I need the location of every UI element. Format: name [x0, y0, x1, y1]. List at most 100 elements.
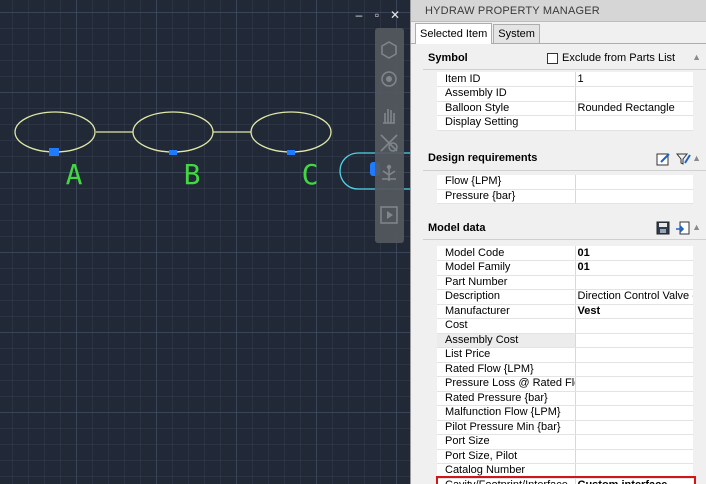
exclude-from-parts-list[interactable]: Exclude from Parts List [547, 52, 675, 64]
orbit-icon[interactable] [378, 68, 400, 90]
property-value[interactable]: 01 [575, 246, 693, 261]
symbol-properties-table: Item ID 1 Assembly ID Balloon Style Rounded … [437, 72, 693, 131]
property-label: Port Size, Pilot [437, 449, 576, 464]
property-label-text: Pressure Loss @ Rated Flow [445, 377, 575, 390]
property-row[interactable]: List Price [437, 347, 693, 363]
property-row[interactable]: Manufacturer Vest [437, 304, 693, 319]
property-label: Pressure {bar} [437, 189, 576, 204]
grip-point[interactable] [169, 150, 177, 155]
property-value[interactable] [575, 362, 693, 377]
property-label: Rated Pressure {bar} [437, 391, 576, 406]
property-row[interactable]: Part Number [437, 275, 693, 290]
property-label-text: Assembly Cost [445, 333, 519, 346]
property-value[interactable] [575, 391, 693, 406]
property-value[interactable] [575, 347, 693, 363]
property-row[interactable]: Pressure Loss @ Rated Flow [437, 376, 693, 392]
property-row[interactable]: Catalog Number [437, 463, 693, 479]
property-value[interactable] [575, 420, 693, 435]
property-row[interactable]: Model Family 01 [437, 260, 693, 276]
property-row[interactable]: Flow {LPM} [437, 174, 693, 190]
filter-edit-icon[interactable] [675, 151, 691, 167]
steering-wheel-icon[interactable] [378, 38, 400, 60]
property-value[interactable] [575, 405, 693, 421]
collapse-icon[interactable]: ▲ [692, 153, 701, 163]
property-value[interactable] [575, 174, 693, 190]
property-value[interactable] [575, 189, 693, 204]
symbol-section-header[interactable]: Symbol Exclude from Parts List ▲ [423, 46, 706, 70]
balloon-a[interactable] [14, 111, 96, 153]
grip-point[interactable] [49, 148, 59, 156]
property-value[interactable] [575, 376, 693, 392]
drawing-canvas[interactable]: A B C [0, 0, 410, 484]
property-label-text: Flow {LPM} [445, 175, 502, 187]
close-icon[interactable]: ✕ [390, 8, 400, 22]
showmotion-icon[interactable] [378, 204, 400, 226]
zoom-icon[interactable] [378, 132, 400, 154]
property-value[interactable]: Direction Control Valve - A [575, 289, 693, 305]
property-value[interactable] [575, 115, 693, 131]
grip-point[interactable] [287, 150, 295, 155]
property-value[interactable] [575, 86, 693, 102]
palette-title[interactable]: HYDRAW PROPERTY MANAGER [411, 0, 706, 22]
property-value[interactable]: Custom interface [575, 478, 693, 484]
save-icon[interactable] [655, 220, 671, 236]
property-row[interactable]: Cavity/Footprint/Interface Custom interfa… [437, 478, 693, 484]
drawing-viewport[interactable]: A B C – ▫ ✕ [0, 0, 410, 484]
property-value[interactable] [575, 463, 693, 479]
property-row[interactable]: Description Direction Control Valve - A [437, 289, 693, 305]
design-section-header[interactable]: Design requirements ▲ [423, 147, 706, 171]
property-label: Cost [437, 318, 576, 334]
property-row[interactable]: Pilot Pressure Min {bar} [437, 420, 693, 435]
property-row[interactable]: Balloon Style Rounded Rectangle [437, 101, 693, 116]
property-row[interactable]: Rated Flow {LPM} [437, 362, 693, 377]
property-row[interactable]: Port Size, Pilot [437, 449, 693, 464]
property-row[interactable]: Pressure {bar} [437, 189, 693, 204]
collapse-icon[interactable]: ▲ [692, 222, 701, 232]
palette-content: Symbol Exclude from Parts List ▲ Item ID… [423, 46, 706, 484]
property-row[interactable]: Malfunction Flow {LPM} [437, 405, 693, 421]
property-row[interactable]: Assembly ID [437, 86, 693, 102]
property-value[interactable] [575, 333, 693, 348]
property-value[interactable] [575, 449, 693, 464]
balloon-label-c: C [302, 158, 319, 191]
balloon-b[interactable] [132, 111, 214, 153]
property-label: Assembly ID [437, 86, 576, 102]
property-label: Manufacturer [437, 304, 576, 319]
property-row[interactable]: Port Size [437, 434, 693, 450]
property-value[interactable]: Rounded Rectangle [575, 101, 693, 116]
tab-system[interactable]: System [493, 24, 540, 43]
balloon-c[interactable] [250, 111, 332, 153]
orbit-3d-icon[interactable] [378, 162, 400, 184]
property-label-text: List Price [445, 348, 491, 361]
exclude-checkbox[interactable] [547, 52, 558, 64]
load-data-icon[interactable] [675, 220, 691, 236]
property-label: Balloon Style [437, 101, 576, 116]
property-label-text: Rated Pressure {bar} [445, 391, 548, 404]
property-value[interactable]: Vest [575, 304, 693, 319]
property-label-text: Cost [445, 319, 468, 332]
property-row[interactable]: Rated Pressure {bar} [437, 391, 693, 406]
minimize-icon[interactable]: – [354, 8, 364, 22]
property-row[interactable]: Assembly Cost [437, 333, 693, 348]
property-row[interactable]: Item ID 1 [437, 72, 693, 87]
restore-icon[interactable]: ▫ [372, 8, 382, 22]
property-row[interactable]: Cost [437, 318, 693, 334]
collapse-icon[interactable]: ▲ [692, 52, 701, 62]
model-section-header[interactable]: Model data ▲ [423, 216, 706, 240]
property-value[interactable] [575, 434, 693, 450]
property-value[interactable] [575, 318, 693, 334]
property-label-text: Display Setting [445, 116, 519, 129]
tab-selected-item[interactable]: Selected Item [415, 23, 493, 44]
property-value[interactable] [575, 275, 693, 290]
property-label: Part Number [437, 275, 576, 290]
pan-icon[interactable] [378, 104, 400, 126]
property-row[interactable]: ›Display Setting [437, 115, 693, 131]
property-value[interactable]: 01 [575, 260, 693, 276]
property-manager-palette: HYDRAW PROPERTY MANAGER Selected Item Sy… [410, 0, 706, 484]
edit-icon[interactable] [655, 151, 671, 167]
property-row[interactable]: Model Code 01 [437, 246, 693, 261]
property-value[interactable]: 1 [575, 72, 693, 87]
balloon-label-a: A [66, 158, 83, 191]
property-label: Catalog Number [437, 463, 576, 479]
property-label-text: Catalog Number [445, 464, 526, 477]
